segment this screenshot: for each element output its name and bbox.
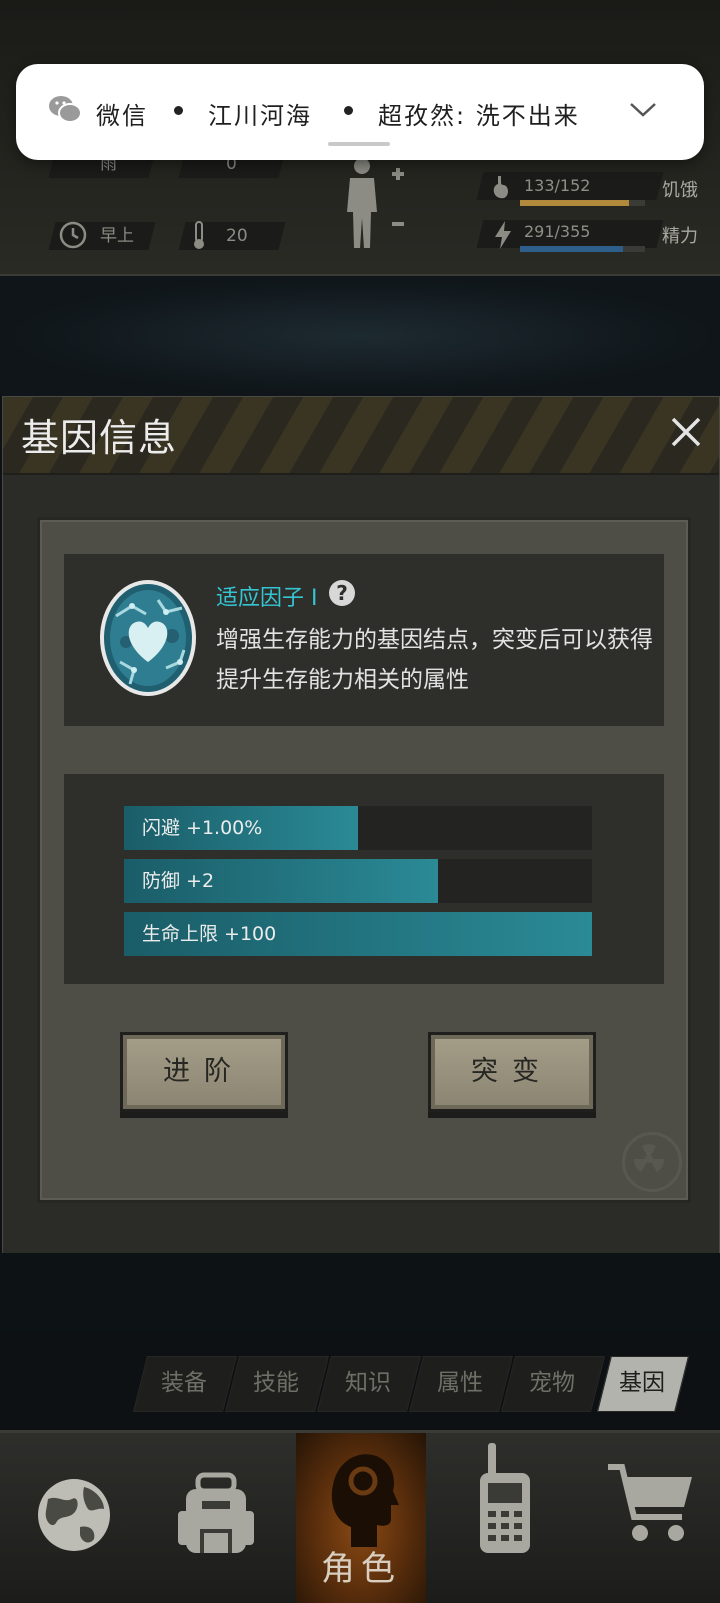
attribute-label: 防御 +2 bbox=[142, 870, 215, 892]
bottom-nav: 角色 bbox=[0, 1430, 720, 1603]
energy-icon bbox=[492, 220, 514, 254]
separator-dot bbox=[174, 106, 183, 115]
scene-background bbox=[0, 276, 720, 396]
help-icon[interactable]: ? bbox=[329, 580, 355, 606]
close-button[interactable] bbox=[665, 411, 707, 453]
attribute-row-dodge: 闪避 +1.00% bbox=[124, 806, 592, 850]
gene-description: 增强生存能力的基因结点，突变后可以获得 提升生存能力相关的属性 bbox=[216, 620, 656, 700]
thermometer-icon bbox=[192, 220, 206, 254]
gene-info-box: 适应因子 I ? 增强生存能力的基因结点，突变后可以获得 提升生存能力相关的属性 bbox=[64, 554, 664, 726]
hunger-bar-fill bbox=[520, 200, 630, 206]
tab-label: 技能 bbox=[253, 1370, 299, 1396]
separator-dot bbox=[344, 106, 353, 115]
stomach-icon bbox=[490, 174, 512, 204]
tab-label: 知识 bbox=[345, 1370, 391, 1396]
nav-world[interactable] bbox=[20, 1433, 130, 1603]
radiation-icon bbox=[622, 1132, 682, 1192]
attributes-box: 闪避 +1.00% 防御 +2 生命上限 +100 bbox=[64, 774, 664, 984]
wechat-icon bbox=[48, 94, 82, 128]
dialog-title: 基因信息 bbox=[21, 416, 178, 460]
gene-name: 适应因子 I bbox=[216, 586, 318, 611]
attribute-row-defense: 防御 +2 bbox=[124, 859, 592, 903]
hunger-label: 饥饿 bbox=[662, 180, 698, 201]
backpack-icon bbox=[178, 1472, 254, 1553]
tab-label: 属性 bbox=[437, 1370, 483, 1396]
energy-value: 291/355 bbox=[524, 222, 591, 241]
energy-bar-fill bbox=[520, 246, 623, 252]
heart-gene-icon bbox=[96, 576, 200, 700]
notification-handle[interactable] bbox=[328, 142, 390, 146]
notification-app: 微信 bbox=[96, 102, 148, 130]
body-silhouette-icon[interactable] bbox=[344, 156, 410, 260]
nav-character[interactable]: 角色 bbox=[296, 1433, 426, 1603]
nav-backpack[interactable] bbox=[162, 1433, 272, 1603]
energy-label: 精力 bbox=[662, 226, 698, 247]
head-profile-icon bbox=[331, 1454, 399, 1547]
attribute-label: 闪避 +1.00% bbox=[142, 817, 263, 839]
character-tabs: 装备 技能 知识 属性 宠物 基因 bbox=[132, 1356, 712, 1420]
chevron-down-icon[interactable] bbox=[628, 100, 658, 124]
time-text: 早上 bbox=[100, 226, 134, 246]
advance-button[interactable]: 进阶 bbox=[120, 1032, 288, 1112]
hunger-bar bbox=[520, 200, 645, 206]
temperature-text: 20 bbox=[226, 226, 248, 246]
mutate-button[interactable]: 突变 bbox=[428, 1032, 596, 1112]
shopping-cart-icon bbox=[608, 1464, 692, 1541]
close-icon bbox=[671, 417, 701, 447]
nav-shop[interactable] bbox=[596, 1433, 706, 1603]
attribute-label: 生命上限 +100 bbox=[142, 923, 277, 945]
clock-icon bbox=[58, 220, 88, 254]
gene-info-dialog: 基因信息 适应因子 I ? 增强生存能力的基因结点，突变后可以获得 提升生存能力… bbox=[2, 396, 720, 1254]
dialog-body: 适应因子 I ? 增强生存能力的基因结点，突变后可以获得 提升生存能力相关的属性… bbox=[37, 517, 691, 1203]
gene-description-line: 提升生存能力相关的属性 bbox=[216, 667, 469, 693]
dialog-header: 基因信息 bbox=[3, 397, 719, 475]
scene-background-lower bbox=[0, 1253, 720, 1333]
walkie-talkie-icon bbox=[480, 1443, 530, 1553]
tab-label: 装备 bbox=[161, 1370, 207, 1396]
energy-bar bbox=[520, 246, 645, 252]
notification-message: 超孜然: 洗不出来 bbox=[378, 102, 580, 130]
gene-description-line: 增强生存能力的基因结点，突变后可以获得 bbox=[216, 627, 653, 653]
attribute-row-hp: 生命上限 +100 bbox=[124, 912, 592, 956]
tab-label: 宠物 bbox=[529, 1370, 575, 1396]
globe-icon bbox=[38, 1479, 110, 1551]
nav-character-label: 角色 bbox=[321, 1549, 401, 1589]
hunger-value: 133/152 bbox=[524, 176, 591, 195]
nav-radio[interactable] bbox=[450, 1433, 560, 1603]
notification-sender: 江川河海 bbox=[208, 102, 312, 130]
tab-label: 基因 bbox=[619, 1370, 665, 1396]
